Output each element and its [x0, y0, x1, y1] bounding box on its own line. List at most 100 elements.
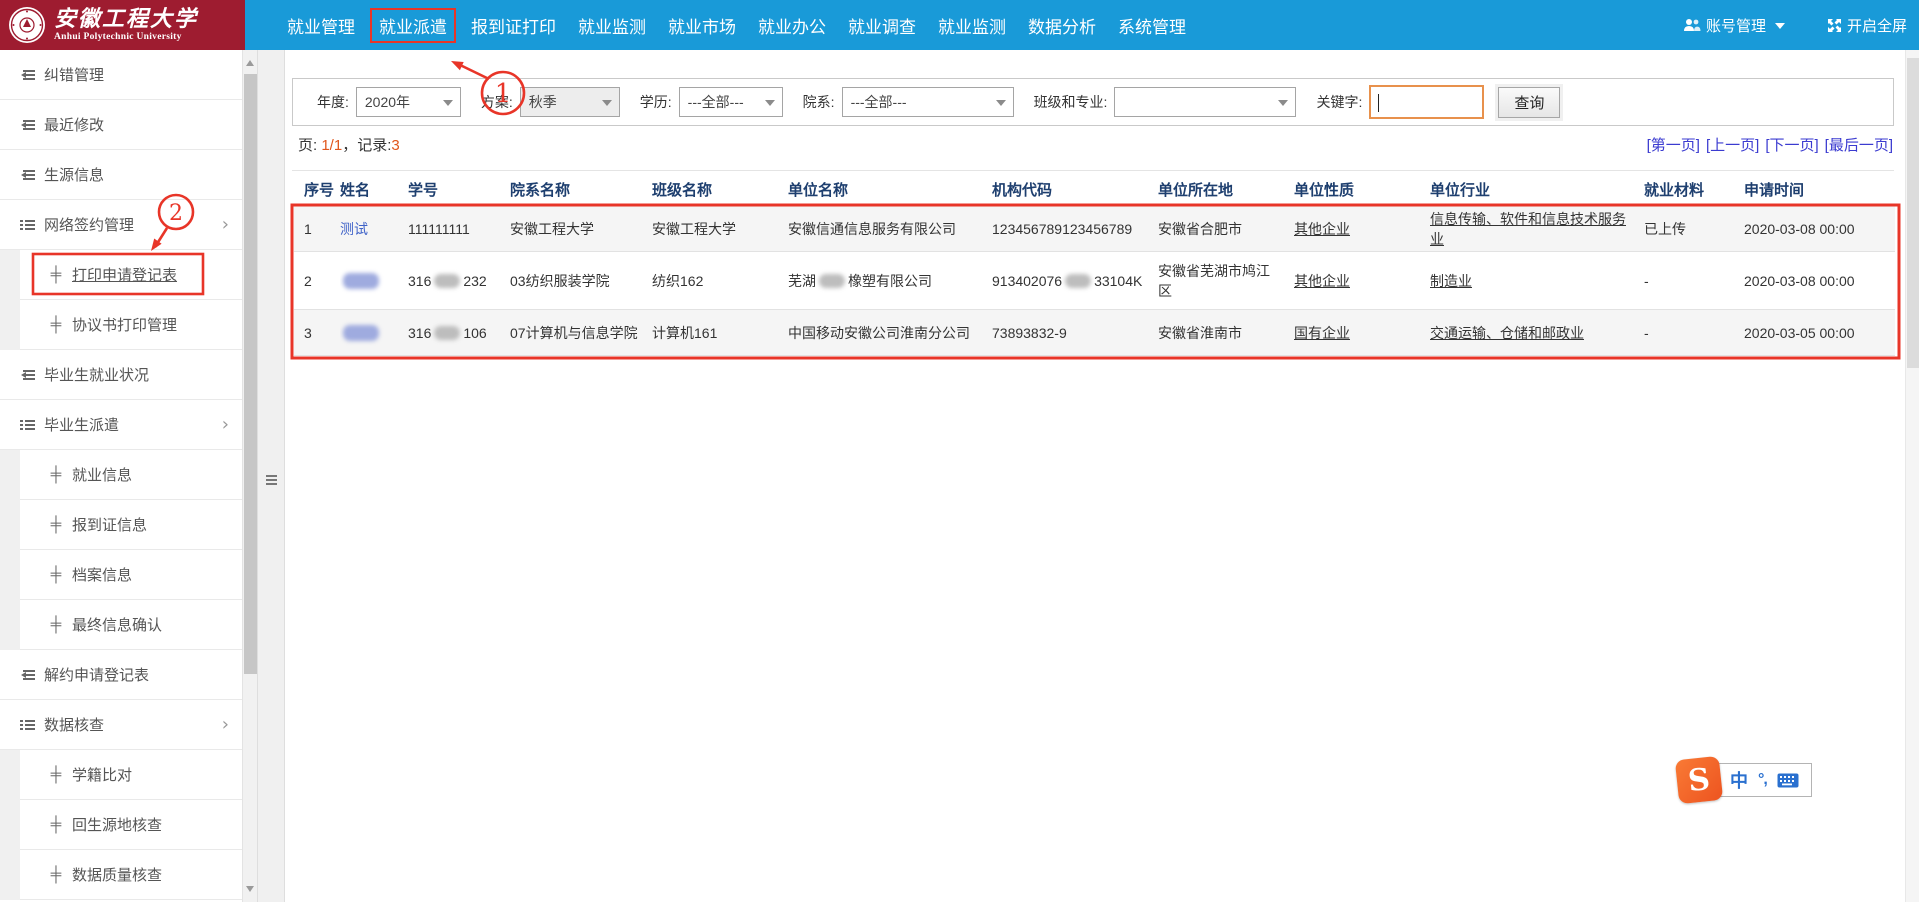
- submenu-item-icon: ╪: [48, 816, 64, 833]
- cell-text: 安徽省合肥市: [1158, 219, 1242, 239]
- cell-text: 2: [304, 273, 312, 289]
- sidebar-item[interactable]: ╪学籍比对: [0, 750, 242, 800]
- sidebar-item[interactable]: ╪档案信息: [0, 550, 242, 600]
- panel-splitter[interactable]: [257, 50, 285, 902]
- pagination-link[interactable]: [第一页]: [1647, 137, 1700, 154]
- table-cell: 国有企业: [1294, 310, 1430, 355]
- sidebar-item[interactable]: 毕业生派遣›: [0, 400, 242, 450]
- chevron-right-icon: ›: [222, 716, 229, 734]
- sidebar-item-label: 回生源地核查: [72, 814, 162, 835]
- account-menu[interactable]: 账号管理: [1683, 15, 1785, 36]
- sidebar-item-label: 网络签约管理: [44, 214, 134, 235]
- topnav-item[interactable]: 系统管理: [1107, 10, 1197, 41]
- cell-text: 交通运输、仓储和邮政业: [1430, 323, 1584, 343]
- menu-list-icon: [20, 219, 35, 231]
- topnav-item[interactable]: 就业派遣: [370, 8, 456, 43]
- table-cell: 03纺织服装学院: [510, 252, 652, 309]
- department-select[interactable]: ---全部---: [842, 87, 1014, 117]
- topnav-item[interactable]: 就业管理: [276, 10, 366, 41]
- sidebar-item[interactable]: 纠错管理: [0, 50, 242, 100]
- table-cell: 安徽工程大学: [652, 206, 788, 251]
- submenu-item-icon: ╪: [48, 516, 64, 533]
- submenu-item-icon: ╪: [48, 316, 64, 333]
- sidebar-item[interactable]: 网络签约管理›: [0, 200, 242, 250]
- pagination-link[interactable]: [下一页]: [1765, 137, 1818, 154]
- keyword-input[interactable]: [1369, 85, 1484, 119]
- table-cell: 中国移动安徽公司淮南分公司: [788, 310, 992, 355]
- sidebar-scrollbar[interactable]: [242, 50, 257, 902]
- sidebar-item[interactable]: 数据核查›: [0, 700, 242, 750]
- fullscreen-label: 开启全屏: [1847, 15, 1907, 36]
- table-cell: 制造业: [1430, 252, 1644, 309]
- table-cell: 91340207633104K: [992, 252, 1158, 309]
- sidebar: 纠错管理最近修改生源信息网络签约管理›╪打印申请登记表╪协议书打印管理毕业生就业…: [0, 50, 242, 902]
- plan-select[interactable]: 秋季: [520, 87, 620, 117]
- page-label: 页:: [298, 137, 321, 154]
- sidebar-item[interactable]: ╪报到证信息: [0, 500, 242, 550]
- cell-text: 106: [463, 325, 486, 341]
- pagination-link[interactable]: [最后一页]: [1825, 137, 1893, 154]
- topnav-item[interactable]: 就业监测: [927, 10, 1017, 41]
- main-scrollbar-thumb[interactable]: [1907, 58, 1919, 368]
- cell-text: 中国移动安徽公司淮南分公司: [788, 323, 970, 343]
- sidebar-item[interactable]: ╪数据质量核查: [0, 850, 242, 900]
- sidebar-item-label: 就业信息: [72, 464, 132, 485]
- submenu-item-icon: ╪: [48, 466, 64, 483]
- submenu-item-icon: ╪: [48, 566, 64, 583]
- table-cell: 安徽工程大学: [510, 206, 652, 251]
- records-label: ，记录:: [342, 137, 391, 154]
- cell-text: 信息传输、软件和信息技术服务业: [1430, 209, 1628, 249]
- keyboard-icon[interactable]: [1777, 773, 1799, 788]
- class-major-select[interactable]: [1114, 87, 1296, 117]
- ime-chinese-mode[interactable]: 中: [1730, 767, 1748, 793]
- university-name-cn: 安徽工程大学: [54, 8, 198, 30]
- topbar-right: 账号管理 开启全屏: [1683, 0, 1907, 50]
- cell-text: 111111111: [408, 221, 470, 237]
- ime-toolbar[interactable]: S 中 °,: [1677, 758, 1812, 802]
- topnav-item[interactable]: 数据分析: [1017, 10, 1107, 41]
- sidebar-item[interactable]: 解约申请登记表: [0, 650, 242, 700]
- cell-text: 1: [304, 221, 312, 237]
- sidebar-item[interactable]: ╪ 回生源地核查: [0, 800, 242, 850]
- cell-text: 其他企业: [1294, 219, 1350, 239]
- topnav-item[interactable]: 就业调查: [837, 10, 927, 41]
- plan-label: 方案:: [481, 92, 513, 112]
- main-scrollbar[interactable]: [1905, 50, 1919, 902]
- search-button[interactable]: 查询: [1498, 87, 1560, 118]
- column-header: 序号: [294, 173, 340, 206]
- main-content: 年度:2020年方案:秋季学历:---全部---院系:---全部---班级和专业…: [285, 50, 1905, 902]
- topnav-item[interactable]: 就业监测: [567, 10, 657, 41]
- sidebar-item-label: 毕业生派遣: [44, 414, 119, 435]
- filter-bar: 年度:2020年方案:秋季学历:---全部---院系:---全部---班级和专业…: [292, 78, 1894, 126]
- ime-punctuation[interactable]: °,: [1758, 771, 1767, 789]
- sogou-logo-icon[interactable]: S: [1675, 756, 1723, 804]
- topnav-item[interactable]: 报到证打印: [460, 10, 567, 41]
- sidebar-item[interactable]: 毕业生就业状况: [0, 350, 242, 400]
- topnav-item[interactable]: 就业办公: [747, 10, 837, 41]
- column-header: 单位名称: [788, 173, 992, 206]
- sidebar-item[interactable]: ╪打印申请登记表: [0, 250, 242, 300]
- degree-select[interactable]: ---全部---: [679, 87, 783, 117]
- table-cell: 安徽信通信息服务有限公司: [788, 206, 992, 251]
- fullscreen-button[interactable]: 开启全屏: [1827, 15, 1907, 36]
- topnav-item[interactable]: 就业市场: [657, 10, 747, 41]
- table-cell: 安徽省芜湖市鸠江区: [1158, 252, 1294, 309]
- sidebar-item[interactable]: ╪协议书打印管理: [0, 300, 242, 350]
- cell-text: 03纺织服装学院: [510, 271, 610, 291]
- column-header: 就业材料: [1644, 173, 1744, 206]
- sidebar-item[interactable]: ╪ 就业信息: [0, 450, 242, 500]
- sidebar-scrollbar-thumb[interactable]: [244, 74, 257, 674]
- pagination-links: [第一页] [上一页] [下一页] [最后一页]: [1641, 134, 1893, 155]
- sidebar-item-label: 解约申请登记表: [44, 664, 149, 685]
- table-cell: 1: [294, 206, 340, 251]
- sidebar-item[interactable]: ╪最终信息确认: [0, 600, 242, 650]
- pagination-link[interactable]: [上一页]: [1706, 137, 1759, 154]
- table-cell: 测试: [340, 206, 408, 251]
- year-select[interactable]: 2020年: [356, 87, 461, 117]
- student-name-link[interactable]: 测试: [340, 219, 368, 239]
- sidebar-item[interactable]: 最近修改: [0, 100, 242, 150]
- sidebar-item[interactable]: 生源信息: [0, 150, 242, 200]
- table-cell: 316106: [408, 310, 510, 355]
- cell-text: 计算机161: [652, 323, 717, 343]
- chevron-down-icon: [1775, 23, 1785, 34]
